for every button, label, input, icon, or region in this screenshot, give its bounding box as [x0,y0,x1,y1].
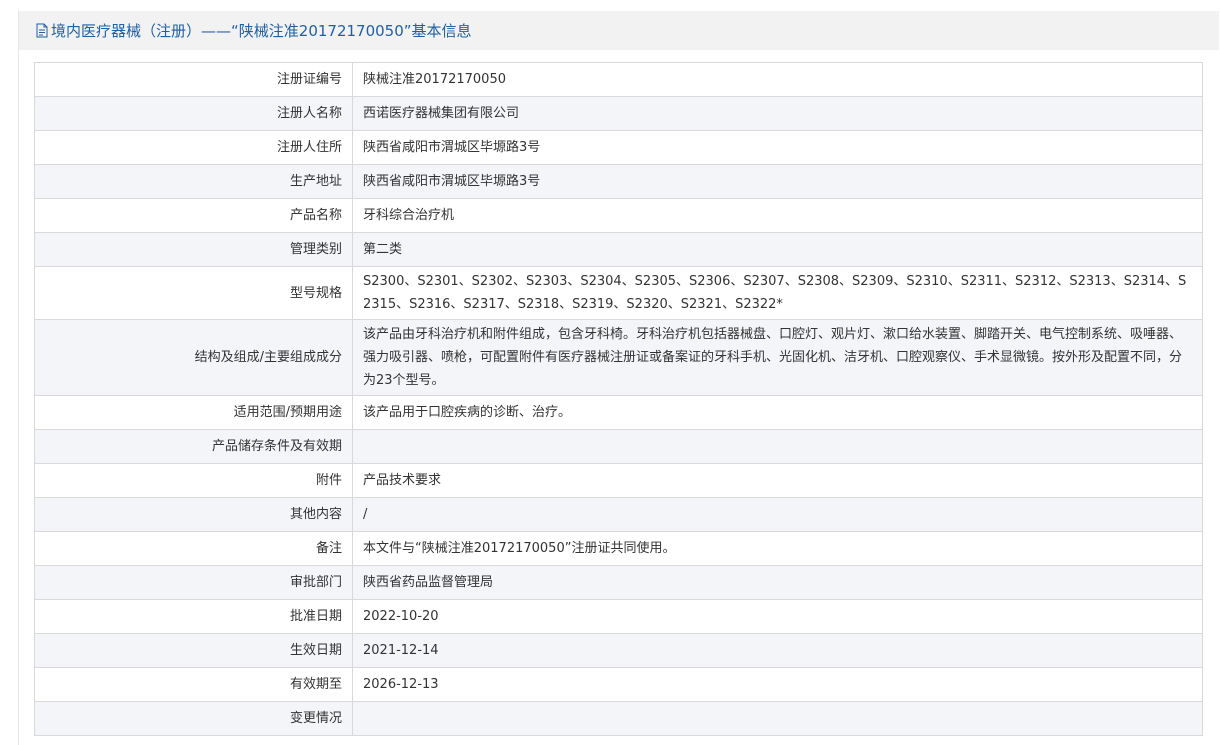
row-label: 结构及组成/主要组成成分 [34,319,353,396]
row-label: 生效日期 [34,633,353,668]
table-row: 产品储存条件及有效期 [34,429,1203,464]
row-label: 注册证编号 [34,62,353,97]
row-value: 本文件与“陕械注准20172170050”注册证共同使用。 [352,531,1203,566]
table-row: 型号规格 S2300、S2301、S2302、S2303、S2304、S2305… [34,266,1203,320]
row-value: 第二类 [352,232,1203,267]
table-row: 结构及组成/主要组成成分 该产品由牙科治疗机和附件组成，包含牙科椅。牙科治疗机包… [34,319,1203,396]
table-row: 注册人住所 陕西省咸阳市渭城区毕塬路3号 [34,130,1203,165]
row-label: 注册人住所 [34,130,353,165]
row-value [352,701,1203,736]
table-row: 备注 本文件与“陕械注准20172170050”注册证共同使用。 [34,531,1203,566]
row-label: 产品名称 [34,198,353,233]
table-row: 注册人名称 西诺医疗器械集团有限公司 [34,96,1203,131]
row-label: 生产地址 [34,164,353,199]
table-row: 适用范围/预期用途 该产品用于口腔疾病的诊断、治疗。 [34,395,1203,430]
row-label: 管理类别 [34,232,353,267]
page-title: 境内医疗器械（注册）——“陕械注准20172170050”基本信息 [51,21,472,40]
row-label: 批准日期 [34,599,353,634]
row-label: 变更情况 [34,701,353,736]
row-value: 2022-10-20 [352,599,1203,634]
table-row: 生效日期 2021-12-14 [34,633,1203,668]
row-value: / [352,497,1203,532]
row-label: 注册人名称 [34,96,353,131]
row-value: 该产品用于口腔疾病的诊断、治疗。 [352,395,1203,430]
row-value: 陕西省咸阳市渭城区毕塬路3号 [352,130,1203,165]
table-row: 管理类别 第二类 [34,232,1203,267]
panel-body: 注册证编号 陕械注准20172170050 注册人名称 西诺医疗器械集团有限公司… [19,50,1219,745]
table-row: 附件 产品技术要求 [34,463,1203,498]
row-value: 该产品由牙科治疗机和附件组成，包含牙科椅。牙科治疗机包括器械盘、口腔灯、观片灯、… [352,319,1203,396]
info-table: 注册证编号 陕械注准20172170050 注册人名称 西诺医疗器械集团有限公司… [34,62,1203,736]
row-value: 西诺医疗器械集团有限公司 [352,96,1203,131]
row-value: 陕西省药品监督管理局 [352,565,1203,600]
document-icon [36,23,48,37]
row-value [352,429,1203,464]
table-row: 有效期至 2026-12-13 [34,667,1203,702]
table-row: 批准日期 2022-10-20 [34,599,1203,634]
table-row: 产品名称 牙科综合治疗机 [34,198,1203,233]
row-value: 陕西省咸阳市渭城区毕塬路3号 [352,164,1203,199]
row-label: 型号规格 [34,266,353,320]
page: 境内医疗器械（注册）——“陕械注准20172170050”基本信息 注册证编号 … [0,0,1220,745]
row-value: 2026-12-13 [352,667,1203,702]
info-panel: 境内医疗器械（注册）——“陕械注准20172170050”基本信息 注册证编号 … [18,11,1219,745]
row-label: 备注 [34,531,353,566]
row-value: S2300、S2301、S2302、S2303、S2304、S2305、S230… [352,266,1203,320]
row-label: 适用范围/预期用途 [34,395,353,430]
table-row: 审批部门 陕西省药品监督管理局 [34,565,1203,600]
row-value: 牙科综合治疗机 [352,198,1203,233]
panel-header: 境内医疗器械（注册）——“陕械注准20172170050”基本信息 [19,11,1219,49]
row-label: 其他内容 [34,497,353,532]
table-row: 变更情况 [34,701,1203,736]
row-label: 有效期至 [34,667,353,702]
row-value: 产品技术要求 [352,463,1203,498]
table-row: 其他内容 / [34,497,1203,532]
row-value: 2021-12-14 [352,633,1203,668]
row-label: 审批部门 [34,565,353,600]
table-row: 生产地址 陕西省咸阳市渭城区毕塬路3号 [34,164,1203,199]
row-value: 陕械注准20172170050 [352,62,1203,97]
row-label: 附件 [34,463,353,498]
table-row: 注册证编号 陕械注准20172170050 [34,62,1203,97]
row-label: 产品储存条件及有效期 [34,429,353,464]
